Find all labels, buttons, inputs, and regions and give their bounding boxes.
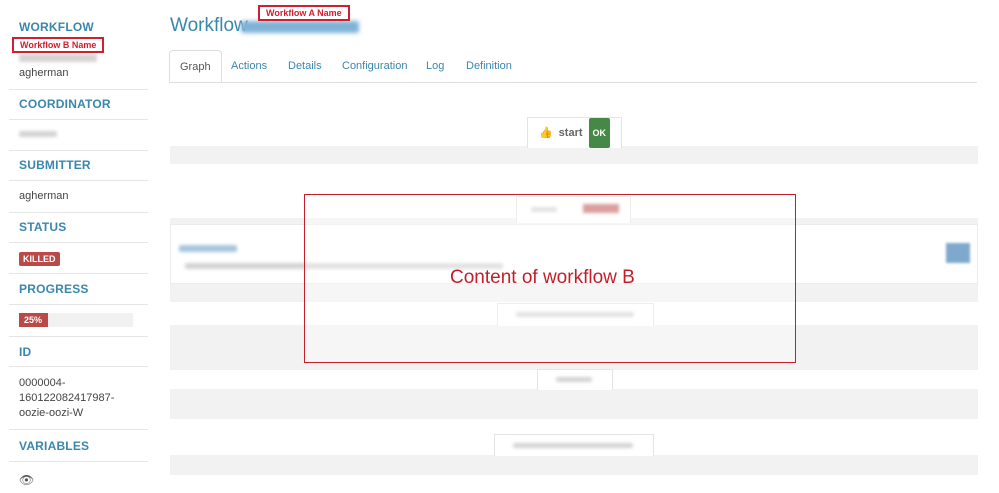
status-badge: KILLED: [19, 252, 60, 266]
start-node-label: start: [558, 126, 583, 139]
start-status-badge: OK: [588, 118, 611, 148]
submitter-heading: SUBMITTER: [19, 158, 91, 172]
tab-actions[interactable]: Actions: [231, 50, 267, 82]
divider: [9, 304, 148, 305]
tab-log[interactable]: Log: [426, 50, 444, 82]
submitter-value: agherman: [19, 190, 69, 202]
divider: [9, 89, 148, 90]
tab-details[interactable]: Details: [288, 50, 322, 82]
status-bar-redacted: [946, 243, 970, 263]
divider: [9, 212, 148, 213]
graph-band: [170, 455, 978, 475]
variables-heading: VARIABLES: [19, 439, 90, 453]
node-label-redacted: [513, 443, 633, 448]
divider: [9, 119, 148, 120]
progress-fill: 25%: [19, 313, 48, 327]
graph-band: [170, 146, 978, 164]
thumbs-up-icon: 👍: [538, 126, 553, 139]
annotation-workflow-a-name: Workflow A Name: [258, 5, 350, 21]
divider: [9, 429, 148, 430]
divider: [9, 461, 148, 462]
divider: [9, 150, 148, 151]
action-name-redacted: [179, 245, 237, 252]
status-heading: STATUS: [19, 220, 67, 234]
progress-heading: PROGRESS: [19, 282, 89, 296]
id-heading: ID: [19, 345, 32, 359]
coordinator-value-redacted: [19, 131, 57, 137]
node-label-redacted: [556, 377, 592, 382]
divider: [9, 366, 148, 367]
tab-graph[interactable]: Graph: [169, 50, 222, 82]
workflow-heading: WORKFLOW: [19, 20, 94, 34]
annotation-workflow-b-name: Workflow B Name: [12, 37, 105, 53]
eye-icon[interactable]: 👁: [19, 473, 34, 487]
page-title: Workflow: [170, 15, 248, 36]
progress-bar: 25%: [19, 313, 133, 327]
tab-definition[interactable]: Definition: [466, 50, 512, 82]
workflow-id: 0000004-160122082417987-oozie-oozi-W: [19, 377, 115, 419]
tab-bar: Graph Actions Details Configuration Log …: [169, 50, 977, 83]
graph-node[interactable]: [537, 369, 613, 390]
divider: [9, 242, 148, 243]
divider: [9, 180, 148, 181]
workflow-name-redacted: [19, 54, 97, 62]
start-node[interactable]: 👍 start OK: [527, 117, 622, 148]
divider: [9, 273, 148, 274]
coordinator-heading: COORDINATOR: [19, 97, 111, 111]
graph-node[interactable]: [494, 434, 654, 456]
divider: [9, 336, 148, 337]
sidebar: WORKFLOW agherman COORDINATOR SUBMITTER …: [0, 0, 150, 493]
workflow-name-redacted: [241, 21, 359, 33]
annotation-content-label: Content of workflow B: [450, 267, 635, 288]
graph-band: [170, 389, 978, 419]
workflow-user: agherman: [19, 67, 69, 79]
tab-configuration[interactable]: Configuration: [342, 50, 407, 82]
